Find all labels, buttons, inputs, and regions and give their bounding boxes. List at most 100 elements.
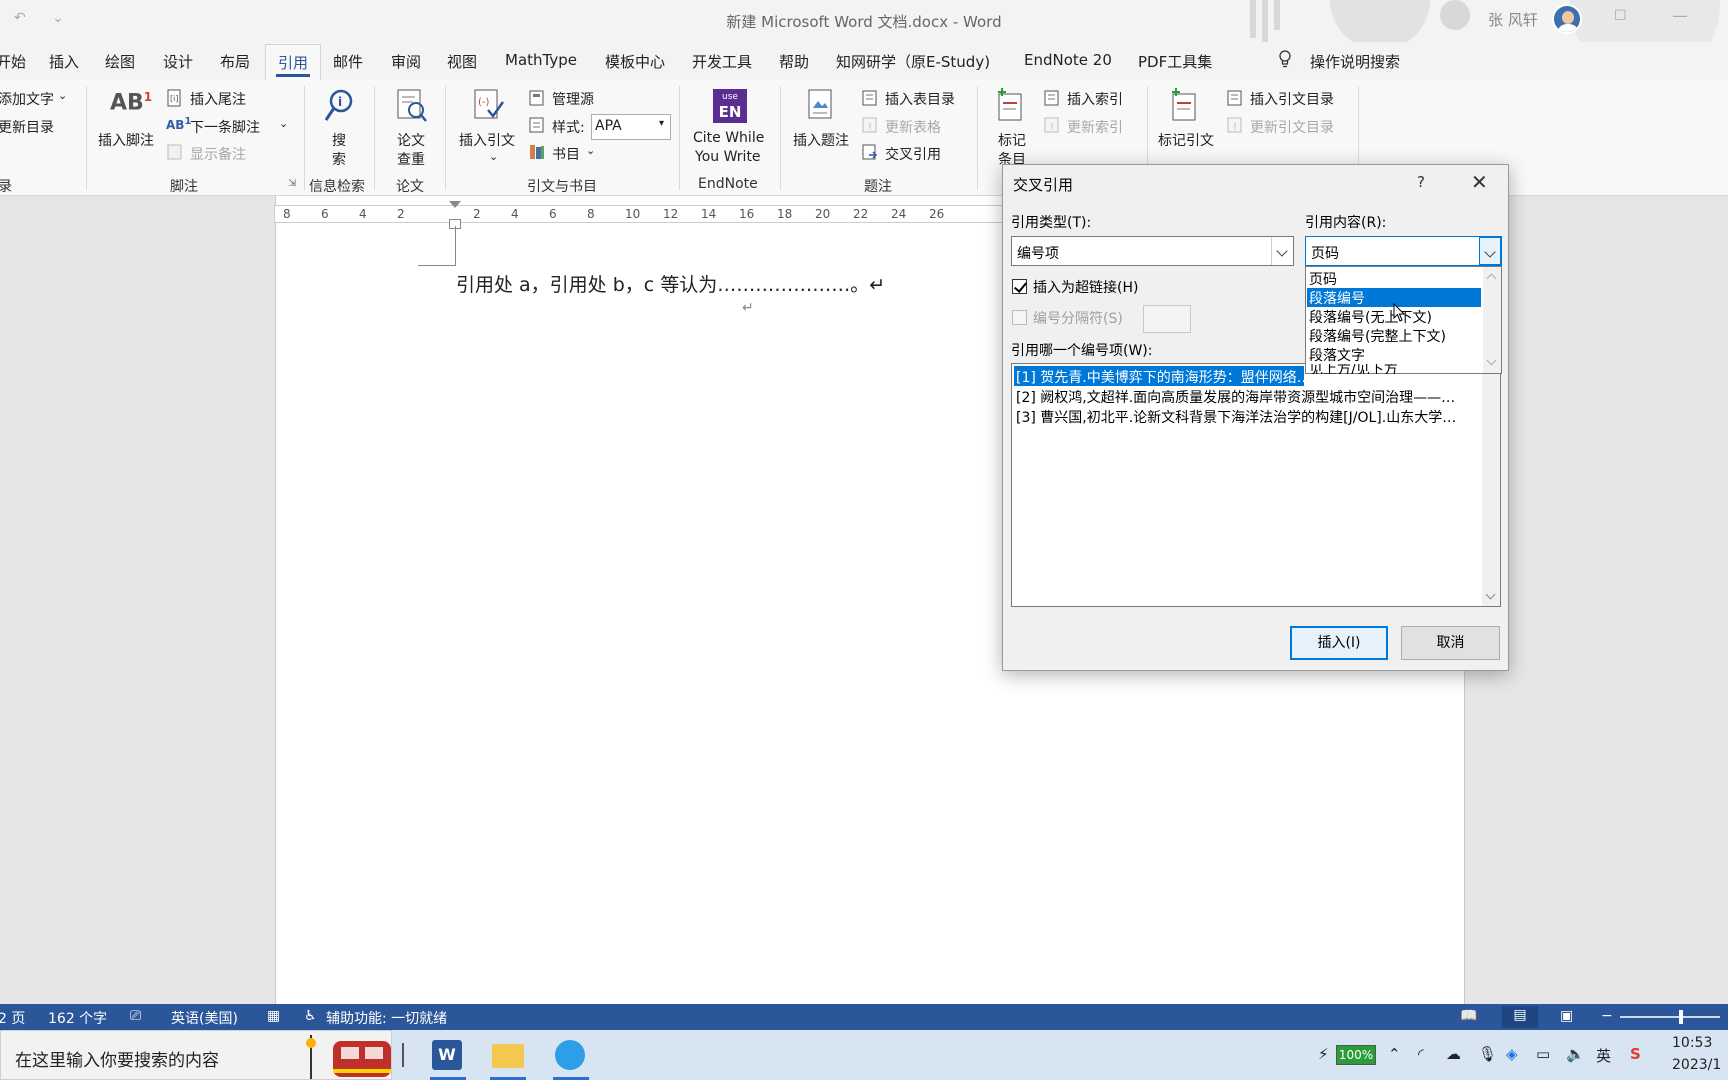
tab-insert[interactable]: 插入: [49, 51, 79, 72]
accessibility-status[interactable]: 辅助功能: 一切就绪: [326, 1008, 447, 1028]
first-line-indent-marker[interactable]: [449, 201, 461, 208]
user-name[interactable]: 张 风轩: [1488, 9, 1538, 30]
minimize-button[interactable]: —: [1672, 6, 1688, 25]
chevron-down-icon[interactable]: ⌄: [489, 150, 498, 163]
document-text-line[interactable]: 引用处 a，引用处 b，c 等认为…………………。↵: [456, 270, 885, 297]
help-button[interactable]: ?: [1417, 173, 1425, 191]
clock-time[interactable]: 10:53: [1672, 1035, 1712, 1051]
citation-style-select[interactable]: APA ▾: [591, 114, 671, 140]
proofing-icon[interactable]: ⎚: [130, 1008, 141, 1024]
next-footnote-button[interactable]: 下一条脚注: [190, 117, 260, 137]
web-layout-icon[interactable]: ▣: [1560, 1008, 1573, 1024]
page-count[interactable]: 2 页: [0, 1008, 25, 1028]
manage-sources-button[interactable]: 管理源: [552, 89, 594, 109]
update-toc-button[interactable]: 更新目录: [0, 117, 54, 137]
mark-entry-button[interactable]: 标记: [998, 130, 1026, 150]
insert-index-button[interactable]: 插入索引: [1067, 89, 1123, 109]
scroll-up-icon[interactable]: [1486, 273, 1497, 284]
mark-citation-button[interactable]: 标记引文: [1158, 130, 1214, 150]
insert-as-hyperlink-checkbox[interactable]: [1012, 279, 1027, 294]
tab-template-center[interactable]: 模板中心: [605, 51, 665, 72]
insert-button[interactable]: 插入(I): [1290, 626, 1388, 660]
insert-table-of-figures-button[interactable]: 插入表目录: [885, 89, 955, 109]
dropdown-option-page-number[interactable]: 页码: [1307, 269, 1481, 288]
dropdown-option-above-below[interactable]: 见上方/见下方: [1307, 364, 1481, 374]
tell-me-search[interactable]: 操作说明搜索: [1310, 51, 1400, 72]
taskbar-search-box[interactable]: 在这里输入你要搜索的内容: [0, 1030, 392, 1080]
ribbon-display-options-icon[interactable]: ☐: [1614, 8, 1627, 24]
power-plug-icon[interactable]: ⚡: [1318, 1045, 1329, 1063]
battery-icon[interactable]: ▭: [1536, 1045, 1550, 1063]
tab-references[interactable]: 引用: [265, 44, 322, 80]
insert-toa-button[interactable]: 插入引文目录: [1250, 89, 1334, 109]
tab-cnki-estudy[interactable]: 知网研学（原E-Study): [836, 51, 990, 72]
cancel-button[interactable]: 取消: [1401, 626, 1500, 660]
reference-type-select[interactable]: 编号项: [1011, 236, 1294, 266]
avatar[interactable]: [1552, 4, 1582, 34]
list-item[interactable]: [3] 曹兴国,初北平.论新文科背景下海洋法治学的构建[J/OL].山东大学…: [1014, 406, 1484, 426]
taskbar-app-explorer[interactable]: [488, 1036, 528, 1080]
tab-mailings[interactable]: 邮件: [333, 51, 363, 72]
tab-home[interactable]: 开始: [0, 51, 26, 72]
dropdown-option-paragraph-text[interactable]: 段落文字: [1307, 345, 1481, 364]
tab-review[interactable]: 审阅: [391, 51, 421, 72]
zoom-out-icon[interactable]: −: [1601, 1008, 1613, 1024]
network-icon[interactable]: ◜: [1418, 1045, 1424, 1063]
tab-draw[interactable]: 绘图: [105, 51, 135, 72]
paper-check-button-line2[interactable]: 查重: [397, 149, 425, 169]
scroll-down-icon[interactable]: [1485, 589, 1496, 600]
word-count[interactable]: 162 个字: [48, 1008, 107, 1028]
tab-design[interactable]: 设计: [163, 51, 193, 72]
research-search-button[interactable]: 搜: [332, 130, 346, 150]
read-mode-icon[interactable]: 📖: [1460, 1008, 1477, 1024]
numbered-items-list[interactable]: [1] 贺先青.中美博弈下的南海形势：盟伴网络… [2] 阙权鸿,文超祥.面向高…: [1011, 363, 1501, 607]
add-text-button[interactable]: 添加文字: [0, 89, 54, 109]
insert-footnote-button[interactable]: 插入脚注: [98, 130, 154, 150]
language-indicator[interactable]: 英语(美国): [171, 1008, 238, 1028]
tab-view[interactable]: 视图: [447, 51, 477, 72]
clock-date[interactable]: 2023/1: [1672, 1057, 1721, 1073]
reference-content-select[interactable]: 页码: [1305, 236, 1502, 266]
cite-while-you-write-button-line2[interactable]: You Write: [695, 149, 761, 165]
microphone-icon[interactable]: 🎙: [1478, 1045, 1497, 1063]
number-separator-input[interactable]: [1143, 305, 1191, 333]
print-layout-icon[interactable]: ▤: [1502, 1006, 1538, 1028]
macro-icon[interactable]: ▦: [267, 1008, 280, 1024]
tab-mathtype[interactable]: MathType: [505, 51, 577, 69]
battery-percent[interactable]: 100%: [1336, 1045, 1376, 1065]
tab-pdf-tools[interactable]: PDF工具集: [1138, 51, 1212, 72]
list-scrollbar[interactable]: [1482, 364, 1500, 606]
volume-icon[interactable]: 🔈: [1566, 1045, 1585, 1063]
dialog-launcher-icon[interactable]: ⇲: [288, 178, 296, 189]
dropdown-scrollbar[interactable]: [1483, 267, 1501, 373]
cloud-icon[interactable]: ☁: [1446, 1045, 1461, 1063]
zoom-slider[interactable]: [1620, 1016, 1720, 1018]
zoom-slider-thumb[interactable]: [1679, 1010, 1683, 1024]
tab-help[interactable]: 帮助: [779, 51, 809, 72]
dropdown-option-paragraph-number-full-context[interactable]: 段落编号(完整上下文): [1307, 326, 1481, 345]
list-item[interactable]: [2] 阙权鸿,文超祥.面向高质量发展的海岸带资源型城市空间治理——…: [1014, 386, 1484, 406]
insert-endnote-button[interactable]: 插入尾注: [190, 89, 246, 109]
list-item[interactable]: [1] 贺先青.中美博弈下的南海形势：盟伴网络…: [1014, 366, 1304, 386]
horizontal-ruler[interactable]: 8 6 4 2 2 4 6 8 10 12 14 16 18 20 22 24 26: [274, 205, 1004, 223]
app-tray-icon[interactable]: ◈: [1506, 1045, 1518, 1063]
insert-citation-button[interactable]: 插入引文: [459, 130, 515, 150]
scroll-down-icon[interactable]: [1486, 355, 1497, 366]
tab-developer[interactable]: 开发工具: [692, 51, 752, 72]
update-index-button[interactable]: 更新索引: [1067, 117, 1123, 137]
update-toa-button[interactable]: 更新引文目录: [1250, 117, 1334, 137]
research-search-button-line2[interactable]: 索: [332, 149, 346, 169]
input-method-indicator[interactable]: 英: [1596, 1045, 1611, 1066]
chevron-down-icon[interactable]: ⌄: [279, 117, 288, 130]
taskbar-app-browser[interactable]: [551, 1036, 591, 1080]
tab-layout[interactable]: 布局: [220, 51, 250, 72]
show-notes-button[interactable]: 显示备注: [190, 144, 246, 164]
insert-caption-button[interactable]: 插入题注: [793, 130, 849, 150]
bibliography-button[interactable]: 书目: [552, 144, 580, 164]
close-icon[interactable]: ✕: [1471, 170, 1488, 194]
taskbar-app-word[interactable]: W: [428, 1036, 468, 1080]
update-table-button[interactable]: 更新表格: [885, 117, 941, 137]
number-separator-checkbox[interactable]: [1012, 310, 1027, 325]
cite-while-you-write-button[interactable]: Cite While: [693, 130, 764, 146]
cross-reference-button[interactable]: 交叉引用: [885, 144, 941, 164]
